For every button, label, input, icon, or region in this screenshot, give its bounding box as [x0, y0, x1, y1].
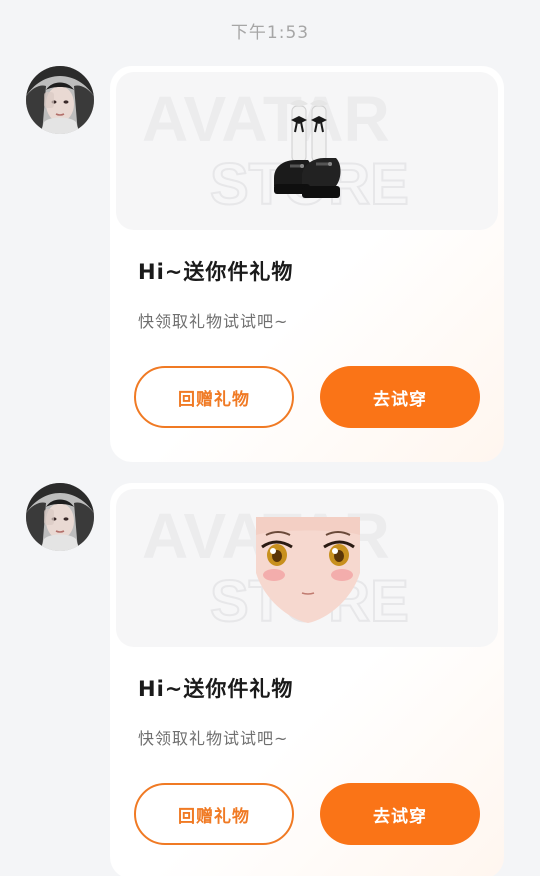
shoes-gift-icon — [274, 100, 341, 198]
return-gift-button[interactable]: 回赠礼物 — [134, 783, 294, 845]
gift-title: Hi~送你件礼物 — [138, 260, 294, 284]
gift-card: AVATAR STORE — [110, 66, 504, 462]
gift-title: Hi~送你件礼物 — [138, 677, 294, 701]
avatar[interactable] — [26, 66, 94, 134]
try-on-button[interactable]: 去试穿 — [320, 783, 480, 845]
gift-banner: AVATAR STORE — [116, 489, 498, 647]
return-gift-button[interactable]: 回赠礼物 — [134, 366, 294, 428]
gift-card: AVATAR STORE — [110, 483, 504, 876]
message-timestamp: 下午1:53 — [230, 23, 310, 43]
gift-subtitle: 快领取礼物试试吧~ — [138, 729, 289, 748]
gift-subtitle: 快领取礼物试试吧~ — [138, 312, 289, 331]
face-gift-icon — [256, 517, 360, 623]
avatar[interactable] — [26, 483, 94, 551]
chat-page: 下午1:53 AVATAR STORE — [0, 0, 540, 876]
gift-banner: AVATAR STORE — [116, 72, 498, 230]
try-on-button[interactable]: 去试穿 — [320, 366, 480, 428]
